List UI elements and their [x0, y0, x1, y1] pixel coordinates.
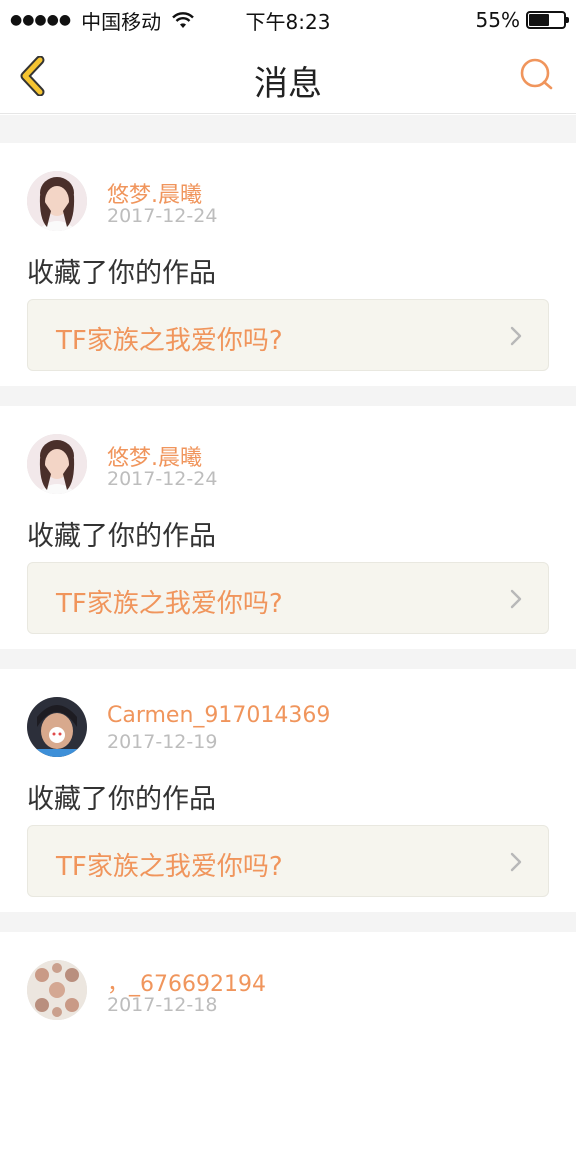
page-title: 消息 — [254, 64, 322, 104]
work-link-button[interactable]: TF家族之我爱你吗? — [27, 299, 549, 371]
divider — [0, 912, 576, 932]
search-button[interactable] — [518, 56, 554, 92]
status-bar: ●●●●● 中国移动 下午8:23 55% — [0, 0, 576, 40]
work-link-button[interactable]: TF家族之我爱你吗? — [27, 562, 549, 634]
message-date: 2017-12-24 — [107, 468, 218, 490]
message-date: 2017-12-24 — [107, 205, 218, 227]
battery-percent: 55% — [475, 8, 520, 32]
chevron-right-icon — [510, 852, 522, 872]
wifi-icon — [172, 12, 194, 28]
divider — [0, 649, 576, 669]
work-title: TF家族之我爱你吗? — [56, 589, 283, 619]
work-link-button[interactable]: TF家族之我爱你吗? — [27, 825, 549, 897]
divider — [0, 386, 576, 406]
message-text: 收藏了你的作品 — [27, 258, 216, 289]
work-title: TF家族之我爱你吗? — [56, 326, 283, 356]
divider — [0, 115, 576, 143]
chevron-right-icon — [510, 589, 522, 609]
message-list: 悠梦.晨曦 2017-12-24 收藏了你的作品 TF家族之我爱你吗? 悠梦.晨… — [0, 115, 576, 1175]
message-date: 2017-12-18 — [107, 994, 218, 1016]
avatar[interactable] — [27, 960, 87, 1020]
search-icon — [520, 58, 553, 90]
status-left: ●●●●● 中国移动 — [10, 6, 195, 35]
message-text: 收藏了你的作品 — [27, 521, 216, 552]
message-card: 悠梦.晨曦 2017-12-24 收藏了你的作品 TF家族之我爱你吗? — [0, 143, 576, 386]
avatar[interactable] — [27, 434, 87, 494]
username-link[interactable]: Carmen_917014369 — [107, 703, 330, 728]
message-card: Carmen_917014369 2017-12-19 收藏了你的作品 TF家族… — [0, 669, 576, 912]
work-title: TF家族之我爱你吗? — [56, 852, 283, 882]
signal-strength-icon: ●●●●● — [10, 12, 72, 28]
carrier-label: 中国移动 — [81, 9, 162, 34]
message-card: 悠梦.晨曦 2017-12-24 收藏了你的作品 TF家族之我爱你吗? — [0, 406, 576, 649]
status-right: 55% — [475, 8, 569, 32]
avatar[interactable] — [27, 171, 87, 231]
chevron-right-icon — [510, 326, 522, 346]
message-text: 收藏了你的作品 — [27, 784, 216, 815]
navigation-bar: 消息 — [0, 40, 576, 114]
battery-icon — [526, 11, 569, 29]
avatar[interactable] — [27, 697, 87, 757]
message-date: 2017-12-19 — [107, 731, 218, 753]
message-card: ，_676692194 2017-12-18 — [0, 932, 576, 1175]
